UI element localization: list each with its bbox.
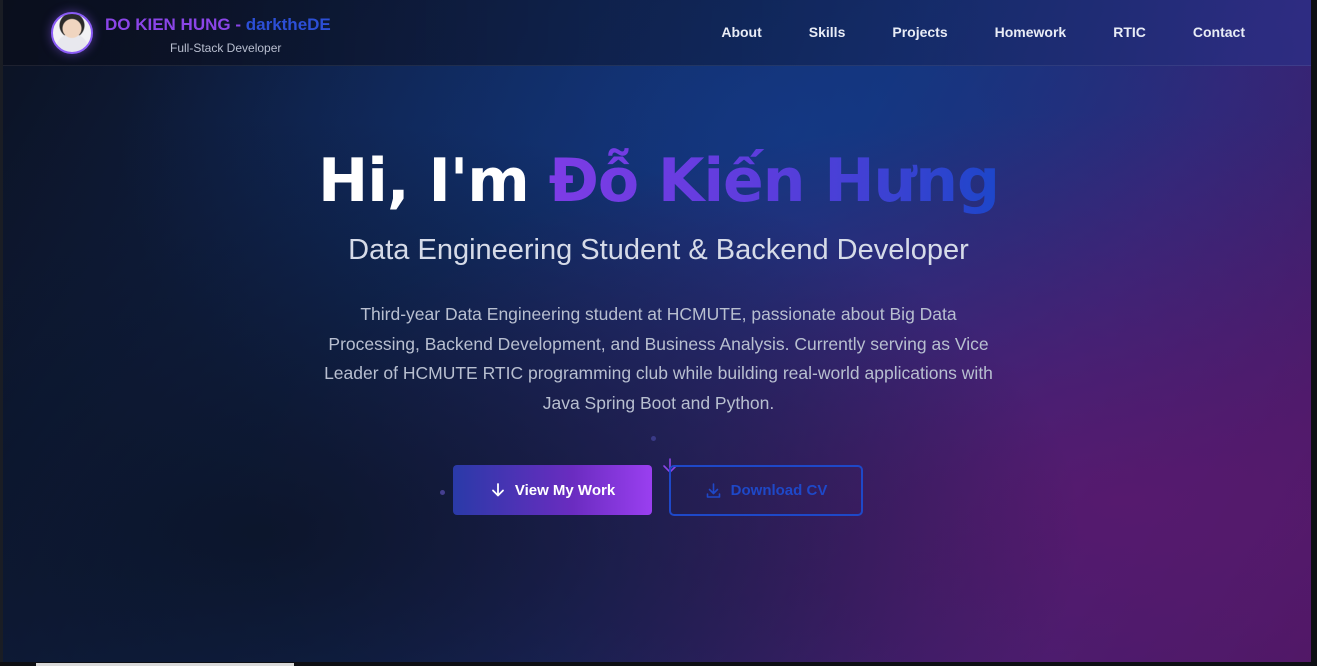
nav-link-contact[interactable]: Contact xyxy=(1193,24,1245,40)
nav-link-skills[interactable]: Skills xyxy=(809,24,846,40)
arrow-down-icon xyxy=(490,482,506,498)
download-cv-button[interactable]: Download CV xyxy=(669,465,863,516)
nav-link-homework[interactable]: Homework xyxy=(995,24,1067,40)
decorative-dot xyxy=(440,490,445,495)
nav-link-projects[interactable]: Projects xyxy=(892,24,947,40)
decorative-dot xyxy=(651,436,656,441)
main-nav: About Skills Projects Homework RTIC Cont… xyxy=(674,24,1245,40)
hero-role: Data Engineering Student & Backend Devel… xyxy=(348,234,969,266)
window-left-edge xyxy=(0,0,3,666)
nav-link-rtic[interactable]: RTIC xyxy=(1113,24,1146,40)
download-icon xyxy=(705,482,722,499)
hero-greeting: Hi, I'm xyxy=(318,146,549,216)
top-navbar: DO KIEN HUNG - darktheDE Full-Stack Deve… xyxy=(3,0,1311,66)
brand-separator: - xyxy=(230,15,246,34)
nav-link-about[interactable]: About xyxy=(721,24,761,40)
hero-name: Đỗ Kiến Hưng xyxy=(548,146,1000,216)
hero-description: Third-year Data Engineering student at H… xyxy=(324,304,993,413)
brand-title[interactable]: DO KIEN HUNG - darktheDE xyxy=(105,15,331,35)
avatar[interactable] xyxy=(51,12,93,54)
brand-name: DO KIEN HUNG xyxy=(105,15,231,34)
window-bottom-edge xyxy=(0,662,1317,666)
window-right-edge xyxy=(1311,0,1317,666)
brand-handle: darktheDE xyxy=(245,15,331,34)
view-my-work-label: View My Work xyxy=(514,481,616,499)
brand-subtitle: Full-Stack Developer xyxy=(170,41,282,55)
hero-title: Hi, I'm Đỗ Kiến Hưng xyxy=(0,146,1317,216)
view-my-work-button[interactable]: View My Work xyxy=(453,465,652,515)
download-cv-label: Download CV xyxy=(730,482,828,499)
